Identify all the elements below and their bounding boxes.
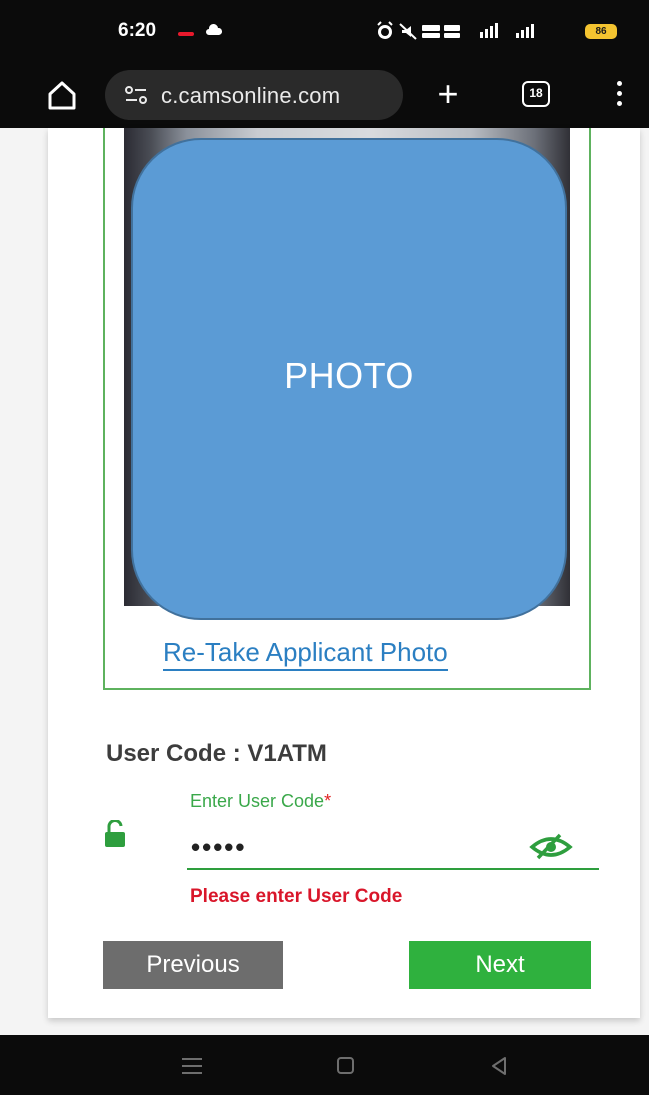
network-speed-icon [422, 25, 440, 38]
status-time: 6:20 [118, 20, 157, 41]
address-bar[interactable]: c.camsonline.com [105, 70, 403, 120]
user-code-field-label: Enter User Code* [190, 791, 332, 811]
add-tab-icon[interactable]: + [430, 76, 466, 114]
status-bar: 6:20 86 [0, 0, 649, 62]
photo-placeholder: PHOTO [131, 138, 567, 620]
mute-icon [399, 23, 417, 40]
back-icon[interactable] [490, 1056, 508, 1076]
system-nav-bar [0, 1035, 649, 1095]
status-icons [377, 21, 534, 40]
site-settings-icon[interactable] [124, 85, 148, 105]
user-code-label: User Code : V1ATM [106, 740, 327, 767]
visibility-icon[interactable] [528, 833, 574, 861]
more-vert-icon[interactable] [612, 78, 626, 112]
cloud-icon [206, 24, 222, 35]
next-button[interactable]: Next [409, 941, 591, 989]
photo-placeholder-label: PHOTO [284, 355, 414, 396]
volte-icon [444, 25, 460, 38]
url-text[interactable]: c.camsonline.com [161, 83, 340, 109]
retake-photo-link[interactable]: Re-Take Applicant Photo [163, 637, 448, 671]
previous-button[interactable]: Previous [103, 941, 283, 989]
browser-toolbar: c.camsonline.com + 18 [0, 62, 649, 128]
recent-apps-icon[interactable] [182, 1058, 202, 1074]
alarm-icon [377, 21, 393, 39]
home-nav-icon[interactable] [337, 1057, 354, 1074]
tab-switcher-icon[interactable]: 18 [522, 81, 550, 107]
battery-icon: 86 [585, 24, 617, 39]
error-message: Please enter User Code [190, 886, 403, 907]
home-icon[interactable] [44, 77, 80, 113]
required-mark: * [324, 791, 332, 811]
signal-icon [480, 23, 534, 38]
recording-indicator [178, 32, 194, 36]
unlock-icon [105, 820, 125, 847]
